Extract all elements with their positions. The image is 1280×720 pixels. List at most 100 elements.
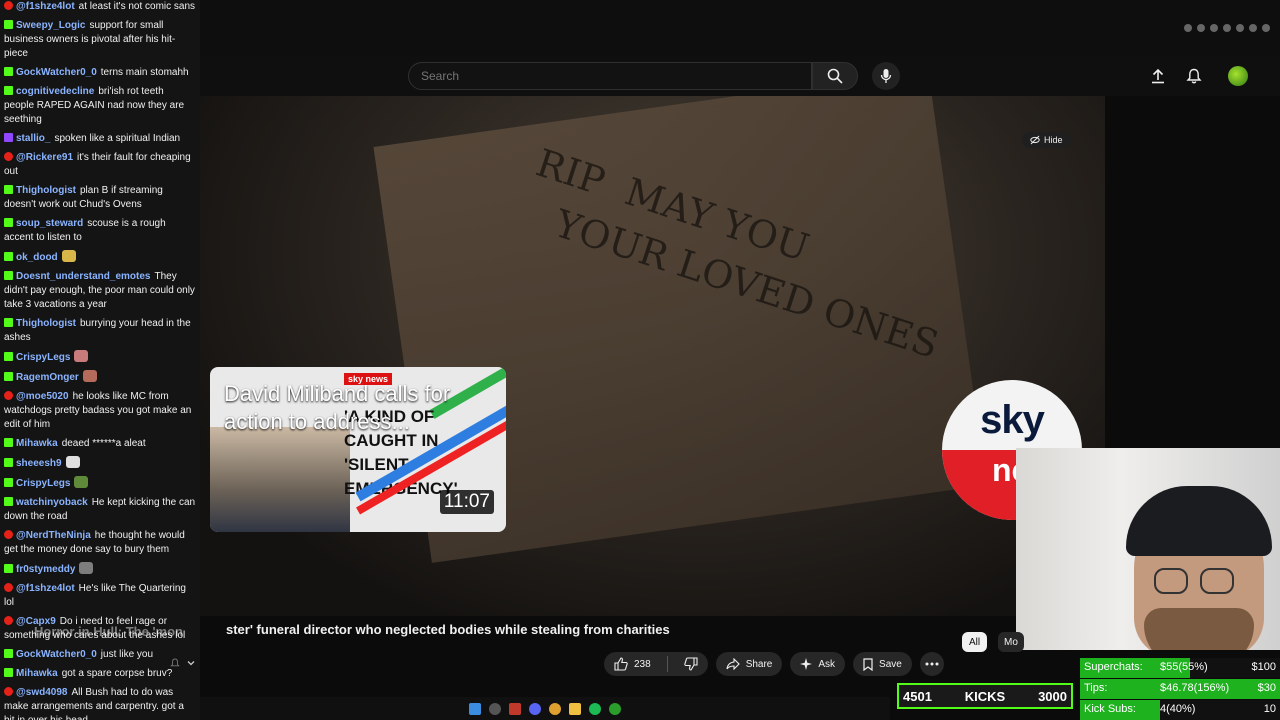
chat-username[interactable]: soup_steward xyxy=(16,218,83,229)
chat-username[interactable]: CrispyLegs xyxy=(16,478,70,489)
extension-icon[interactable] xyxy=(1223,24,1231,32)
share-button[interactable]: Share xyxy=(715,652,783,676)
upload-icon xyxy=(1152,68,1164,84)
kick-badge-icon xyxy=(4,20,13,29)
kicks-goal: 3000 xyxy=(1038,688,1067,704)
chat-username[interactable]: cognitivedecline xyxy=(16,86,94,97)
search-input[interactable] xyxy=(409,63,811,89)
microphone-icon xyxy=(880,69,892,83)
hide-label: Hide xyxy=(1044,135,1063,145)
sky-logo-word: sky xyxy=(980,398,1045,442)
chat-username[interactable]: Doesnt_understand_emotes xyxy=(16,271,150,282)
kicks-counter: 4501 KICKS 3000 xyxy=(897,683,1073,709)
chat-username[interactable]: @f1shze4lot xyxy=(16,1,75,12)
chat-message: GockWatcher0_0 terns main stomahh xyxy=(4,66,196,80)
chat-username[interactable]: Sweepy_Logic xyxy=(16,20,85,31)
goal-label: Tips: xyxy=(1084,682,1108,694)
bookmark-icon xyxy=(863,657,873,671)
suggested-video-title[interactable]: David Miliband calls for action to addre… xyxy=(224,380,504,436)
chat-username[interactable]: sheeesh9 xyxy=(16,458,62,469)
spotify-icon[interactable] xyxy=(589,702,601,715)
chat-username[interactable]: @Rickere91 xyxy=(16,152,73,163)
bookmark-star-icon[interactable] xyxy=(1236,24,1244,32)
chat-message: Thighologist plan B if streaming doesn't … xyxy=(4,184,196,212)
chat-panel: @f1shze4lot at least it's not comic sans S… xyxy=(0,0,200,720)
chrome-icon[interactable] xyxy=(549,702,561,715)
extension-icon[interactable] xyxy=(1249,24,1257,32)
notifications-button[interactable] xyxy=(1182,64,1206,88)
ask-button[interactable]: Ask xyxy=(790,652,846,676)
chat-username[interactable]: stallio_ xyxy=(16,133,50,144)
voice-search-button[interactable] xyxy=(872,62,900,90)
chevron-down-icon[interactable] xyxy=(186,658,196,668)
account-avatar[interactable] xyxy=(1228,66,1248,86)
chat-username[interactable]: Thighologist xyxy=(16,185,76,196)
webcam-person-glasses xyxy=(1154,568,1188,594)
search-icon xyxy=(827,68,843,84)
kick-badge-icon xyxy=(4,318,13,327)
bell-icon[interactable] xyxy=(170,658,180,668)
video-player[interactable]: RIP MAY YOU YOUR LOVED ONES xyxy=(200,96,1105,616)
chat-message: stallio_ spoken like a spiritual Indian xyxy=(4,132,196,146)
windows-start-icon[interactable] xyxy=(469,702,481,715)
app-icon[interactable] xyxy=(509,702,521,715)
youtube-header xyxy=(200,56,1280,96)
save-button[interactable]: Save xyxy=(853,652,912,676)
chat-message: CrispyLegs xyxy=(4,476,196,491)
save-label: Save xyxy=(879,658,902,670)
kick-badge-icon xyxy=(4,438,13,447)
search-box xyxy=(408,62,812,90)
discord-icon[interactable] xyxy=(529,702,541,715)
xbox-icon[interactable] xyxy=(609,702,621,715)
chat-username[interactable]: @moe5020 xyxy=(16,391,69,402)
tips-goal: Tips: $46.78(156%) $30 xyxy=(1080,679,1280,699)
extension-icon[interactable] xyxy=(1197,24,1205,32)
like-button[interactable]: 238 xyxy=(604,652,661,676)
chat-message: sheeesh9 xyxy=(4,456,196,471)
chat-message: @Rickere91 it's their fault for cheaping … xyxy=(4,151,196,179)
thumbnail-duration: 11:07 xyxy=(439,490,494,514)
chat-message: soup_steward scouse is a rough accent to … xyxy=(4,217,196,245)
chat-username[interactable]: fr0stymeddy xyxy=(16,564,75,575)
chat-username[interactable]: @NerdTheNinja xyxy=(16,530,91,541)
extension-icons xyxy=(1184,24,1270,32)
chat-username[interactable]: watchinyoback xyxy=(16,497,88,508)
extension-icon[interactable] xyxy=(1210,24,1218,32)
ask-label: Ask xyxy=(818,658,836,670)
chat-username[interactable]: @f1shze4lot xyxy=(16,583,75,594)
kick-badge-icon xyxy=(4,478,13,487)
hide-button[interactable]: Hide xyxy=(1022,132,1071,148)
chat-username[interactable]: RagemOnger xyxy=(16,372,79,383)
chat-username[interactable]: GockWatcher0_0 xyxy=(16,649,97,660)
chat-username[interactable]: ok_dood xyxy=(16,252,58,263)
dislike-button[interactable] xyxy=(674,652,708,676)
chip-all[interactable]: All xyxy=(962,632,988,652)
search-icon[interactable] xyxy=(489,702,501,715)
chat-username[interactable]: Thighologist xyxy=(16,318,76,329)
chat-message: CrispyLegs xyxy=(4,350,196,365)
zoom-icon[interactable] xyxy=(1184,24,1192,32)
kick-badge-icon xyxy=(4,372,13,381)
create-button[interactable] xyxy=(1146,64,1170,88)
chip-more[interactable]: Mo xyxy=(998,632,1024,652)
folder-icon[interactable] xyxy=(569,702,581,715)
superchats-goal: Superchats: $55(55%) $100 xyxy=(1080,658,1280,678)
youtube-badge-icon xyxy=(4,687,13,696)
goal-target: $100 xyxy=(1251,661,1276,673)
chat-username[interactable]: CrispyLegs xyxy=(16,352,70,363)
windows-taskbar xyxy=(200,697,890,720)
chat-message: @swd4098 All Bush had to do was make arra… xyxy=(4,686,196,720)
video-title: ster' funeral director who neglected bod… xyxy=(226,622,670,637)
webcam-person-beard xyxy=(1144,608,1254,650)
chat-username[interactable]: Mihawka xyxy=(16,438,58,449)
settings-icon[interactable] xyxy=(1262,24,1270,32)
more-actions-button[interactable] xyxy=(919,652,944,676)
chat-username[interactable]: @swd4098 xyxy=(16,687,67,698)
youtube-badge-icon xyxy=(4,391,13,400)
chat-username[interactable]: GockWatcher0_0 xyxy=(16,67,97,78)
chat-username[interactable]: Mihawka xyxy=(16,668,58,679)
chat-message: RagemOnger xyxy=(4,370,196,385)
search-button[interactable] xyxy=(812,62,858,90)
eye-off-icon xyxy=(1030,135,1040,145)
chat-message: @NerdTheNinja he thought he would get the… xyxy=(4,529,196,557)
